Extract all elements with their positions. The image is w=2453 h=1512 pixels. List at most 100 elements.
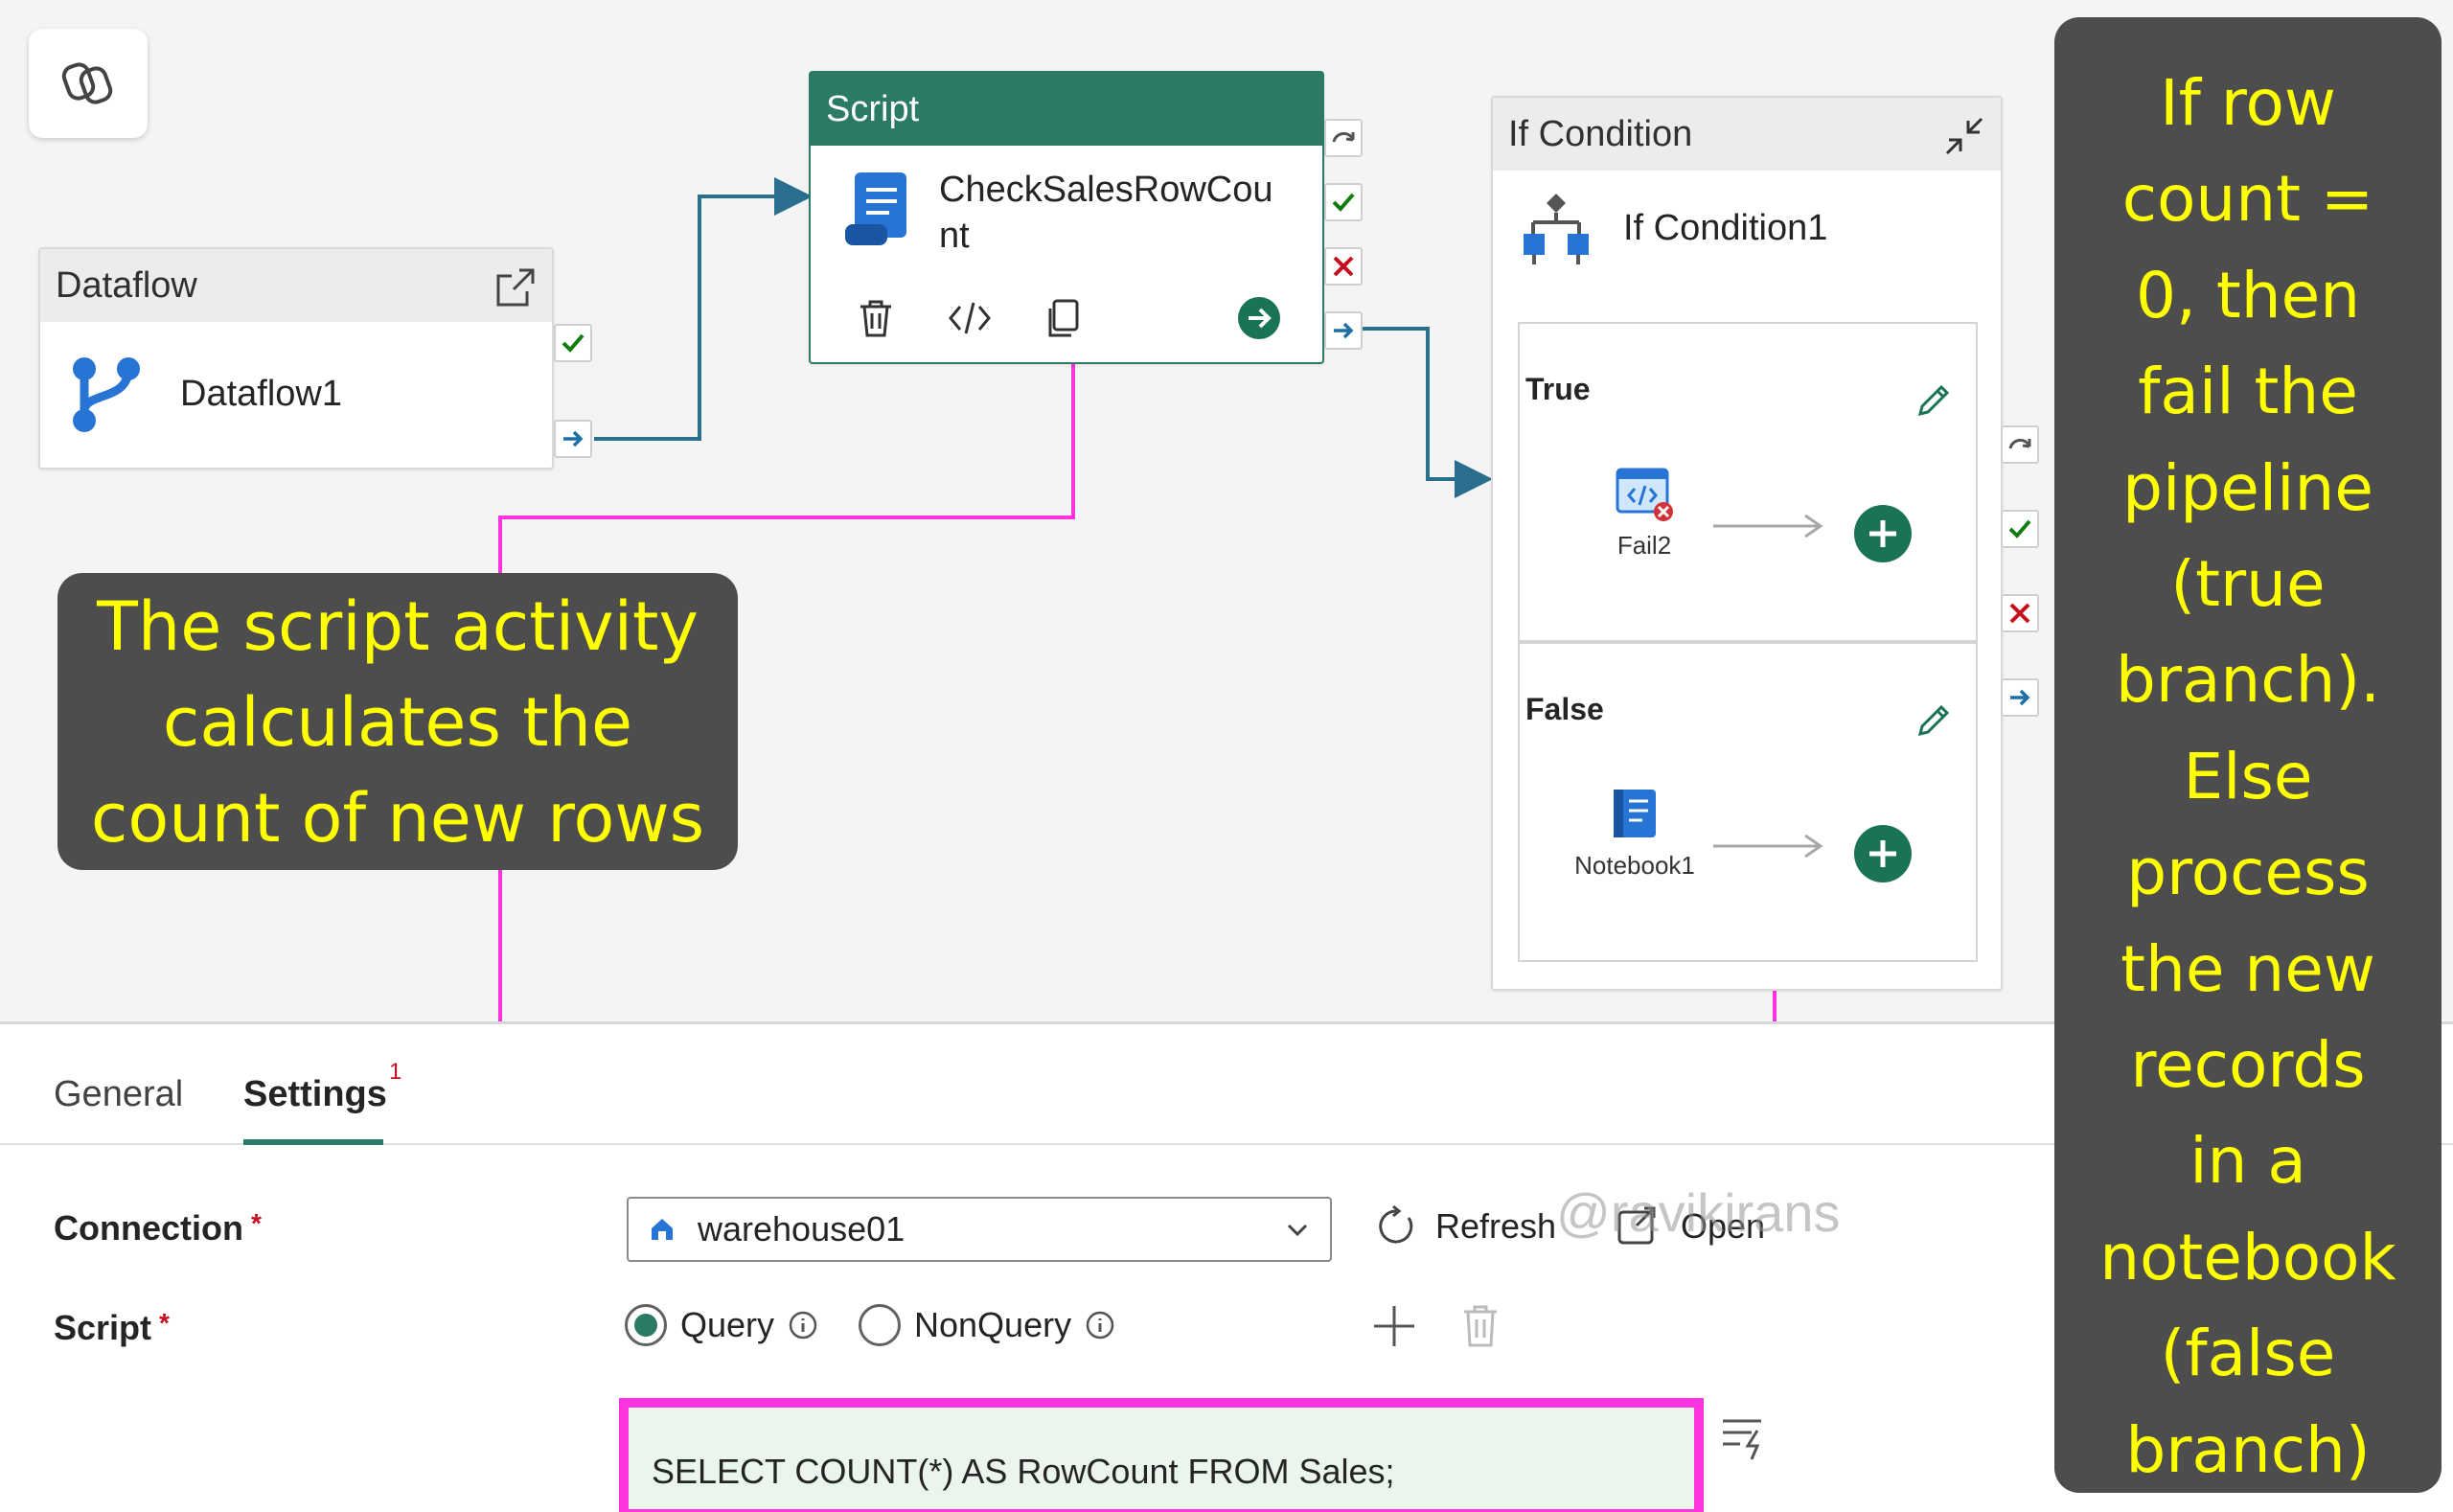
- nonquery-radio-button[interactable]: [859, 1304, 901, 1346]
- on-completion-port[interactable]: [554, 420, 592, 458]
- delete-icon[interactable]: [855, 297, 897, 339]
- copilot-button[interactable]: [29, 29, 148, 138]
- callout-if-line: the new: [2121, 931, 2375, 1006]
- add-activity-icon[interactable]: [1853, 824, 1913, 883]
- edit-pencil-icon[interactable]: [1914, 381, 1953, 420]
- check-icon: [2008, 519, 2031, 538]
- info-icon[interactable]: [788, 1310, 818, 1340]
- fail2-name: Fail2: [1616, 531, 1672, 560]
- connector-dataflow-script: [594, 177, 813, 441]
- tab-settings-underline: [243, 1139, 383, 1145]
- script-icon: [845, 172, 906, 245]
- notebook1-name: Notebook1: [1574, 851, 1695, 880]
- x-icon: [2009, 603, 2030, 624]
- check-icon: [562, 333, 585, 353]
- chevron-down-icon: [1287, 1224, 1308, 1237]
- required-mark: *: [250, 1208, 262, 1238]
- tab-settings[interactable]: Settings: [243, 1074, 387, 1115]
- true-branch-title: True: [1525, 372, 1591, 406]
- fail-activity-icon: [1616, 468, 1673, 521]
- callout-if-line: pipeline: [2122, 450, 2373, 525]
- callout-script-line: count of new rows: [90, 779, 705, 858]
- script-label: Script *: [54, 1308, 170, 1348]
- tab-general[interactable]: General: [54, 1074, 183, 1115]
- script-name-line2: nt: [939, 216, 970, 256]
- skip-icon: [1332, 132, 1355, 143]
- notebook1-activity[interactable]: Notebook1: [1548, 786, 1721, 881]
- arrow-right-icon: [2010, 689, 2030, 706]
- callout-if-line: process: [2126, 836, 2370, 910]
- on-success-port[interactable]: [554, 324, 592, 362]
- copilot-icon: [61, 62, 113, 104]
- callout-if-line: count =: [2121, 162, 2374, 237]
- script-name-line1: CheckSalesRowCou: [939, 170, 1273, 210]
- callout-if-line: in a: [2189, 1124, 2306, 1199]
- open-external-icon[interactable]: [493, 264, 539, 310]
- nonquery-radio[interactable]: NonQuery: [859, 1304, 1115, 1346]
- dataflow-header: Dataflow: [40, 249, 552, 322]
- on-completion-port[interactable]: [1324, 311, 1363, 350]
- script-query-editor[interactable]: SELECT COUNT(*) AS RowCount FROM Sales;: [619, 1398, 1704, 1512]
- query-radio-button[interactable]: [625, 1304, 667, 1346]
- watermark: @ravikirans: [1556, 1182, 1841, 1243]
- callout-if-line: branch): [2125, 1412, 2371, 1487]
- dataflow-header-label: Dataflow: [56, 264, 197, 306]
- query-label: Query: [680, 1305, 775, 1344]
- connector-script-if: [1363, 327, 1493, 498]
- dataflow-icon: [73, 357, 140, 432]
- on-skip-port[interactable]: [1324, 119, 1363, 157]
- script-activity[interactable]: Script CheckSalesRowCou nt: [809, 71, 1324, 364]
- if-condition-icon: [1524, 194, 1589, 264]
- add-activity-icon[interactable]: [1853, 504, 1913, 563]
- false-branch[interactable]: False Notebook1: [1518, 642, 1978, 962]
- script-header-label: Script: [826, 88, 920, 129]
- notebook-icon: [1614, 790, 1656, 837]
- script-label-text: Script: [54, 1308, 152, 1347]
- branch-arrow-icon: [1713, 834, 1823, 859]
- required-mark: *: [159, 1308, 170, 1338]
- if-condition-header: If Condition: [1493, 98, 2001, 171]
- connection-value: warehouse01: [698, 1209, 906, 1249]
- connection-label-text: Connection: [54, 1208, 243, 1248]
- true-branch[interactable]: True Fail2: [1518, 322, 1978, 642]
- refresh-icon: [1379, 1204, 1413, 1244]
- if-condition-name: If Condition1: [1623, 207, 1828, 248]
- dataflow-status-ports: [554, 324, 592, 458]
- on-completion-port[interactable]: [2001, 678, 2039, 717]
- callout-if-line: notebook: [2099, 1220, 2396, 1294]
- callout-if-line: records: [2130, 1028, 2366, 1103]
- callout-if-line: Else: [2183, 739, 2313, 813]
- format-query-icon[interactable]: [1719, 1411, 1769, 1461]
- callout-if-line: fail the: [2138, 355, 2358, 429]
- callout-if-line: branch).: [2115, 643, 2381, 718]
- arrow-right-icon: [1334, 322, 1354, 339]
- collapse-icon[interactable]: [1941, 113, 1987, 159]
- dataflow-name: Dataflow1: [180, 373, 342, 414]
- if-condition-header-label: If Condition: [1508, 113, 1693, 154]
- on-fail-port[interactable]: [2001, 594, 2039, 632]
- settings-error-badge: 1: [389, 1059, 402, 1085]
- if-condition-activity[interactable]: If Condition If Condition1 True Fail2 Fa…: [1491, 96, 2003, 991]
- connection-select[interactable]: warehouse01: [627, 1197, 1332, 1262]
- go-arrow-icon[interactable]: [1236, 295, 1282, 341]
- add-script-icon[interactable]: [1370, 1302, 1418, 1350]
- info-icon[interactable]: [1085, 1310, 1115, 1340]
- edit-pencil-icon[interactable]: [1914, 701, 1953, 740]
- code-icon[interactable]: [947, 297, 993, 339]
- nonquery-label: NonQuery: [914, 1305, 1072, 1344]
- on-success-port[interactable]: [2001, 510, 2039, 548]
- x-icon: [1333, 256, 1354, 277]
- on-fail-port[interactable]: [1324, 247, 1363, 286]
- fail2-activity[interactable]: Fail2: [1577, 466, 1711, 561]
- warehouse-icon: [652, 1219, 673, 1240]
- on-success-port[interactable]: [1324, 183, 1363, 221]
- delete-script-icon[interactable]: [1460, 1304, 1501, 1348]
- copy-icon[interactable]: [1043, 297, 1085, 339]
- on-skip-port[interactable]: [2001, 425, 2039, 464]
- refresh-button[interactable]: Refresh: [1374, 1204, 1556, 1249]
- callout-script-line: The script activity: [97, 587, 699, 666]
- arrow-right-icon: [563, 430, 584, 447]
- dataflow-activity[interactable]: Dataflow Dataflow1: [38, 247, 554, 470]
- query-radio[interactable]: Query: [625, 1304, 818, 1346]
- callout-if-line: 0, then: [2135, 258, 2361, 332]
